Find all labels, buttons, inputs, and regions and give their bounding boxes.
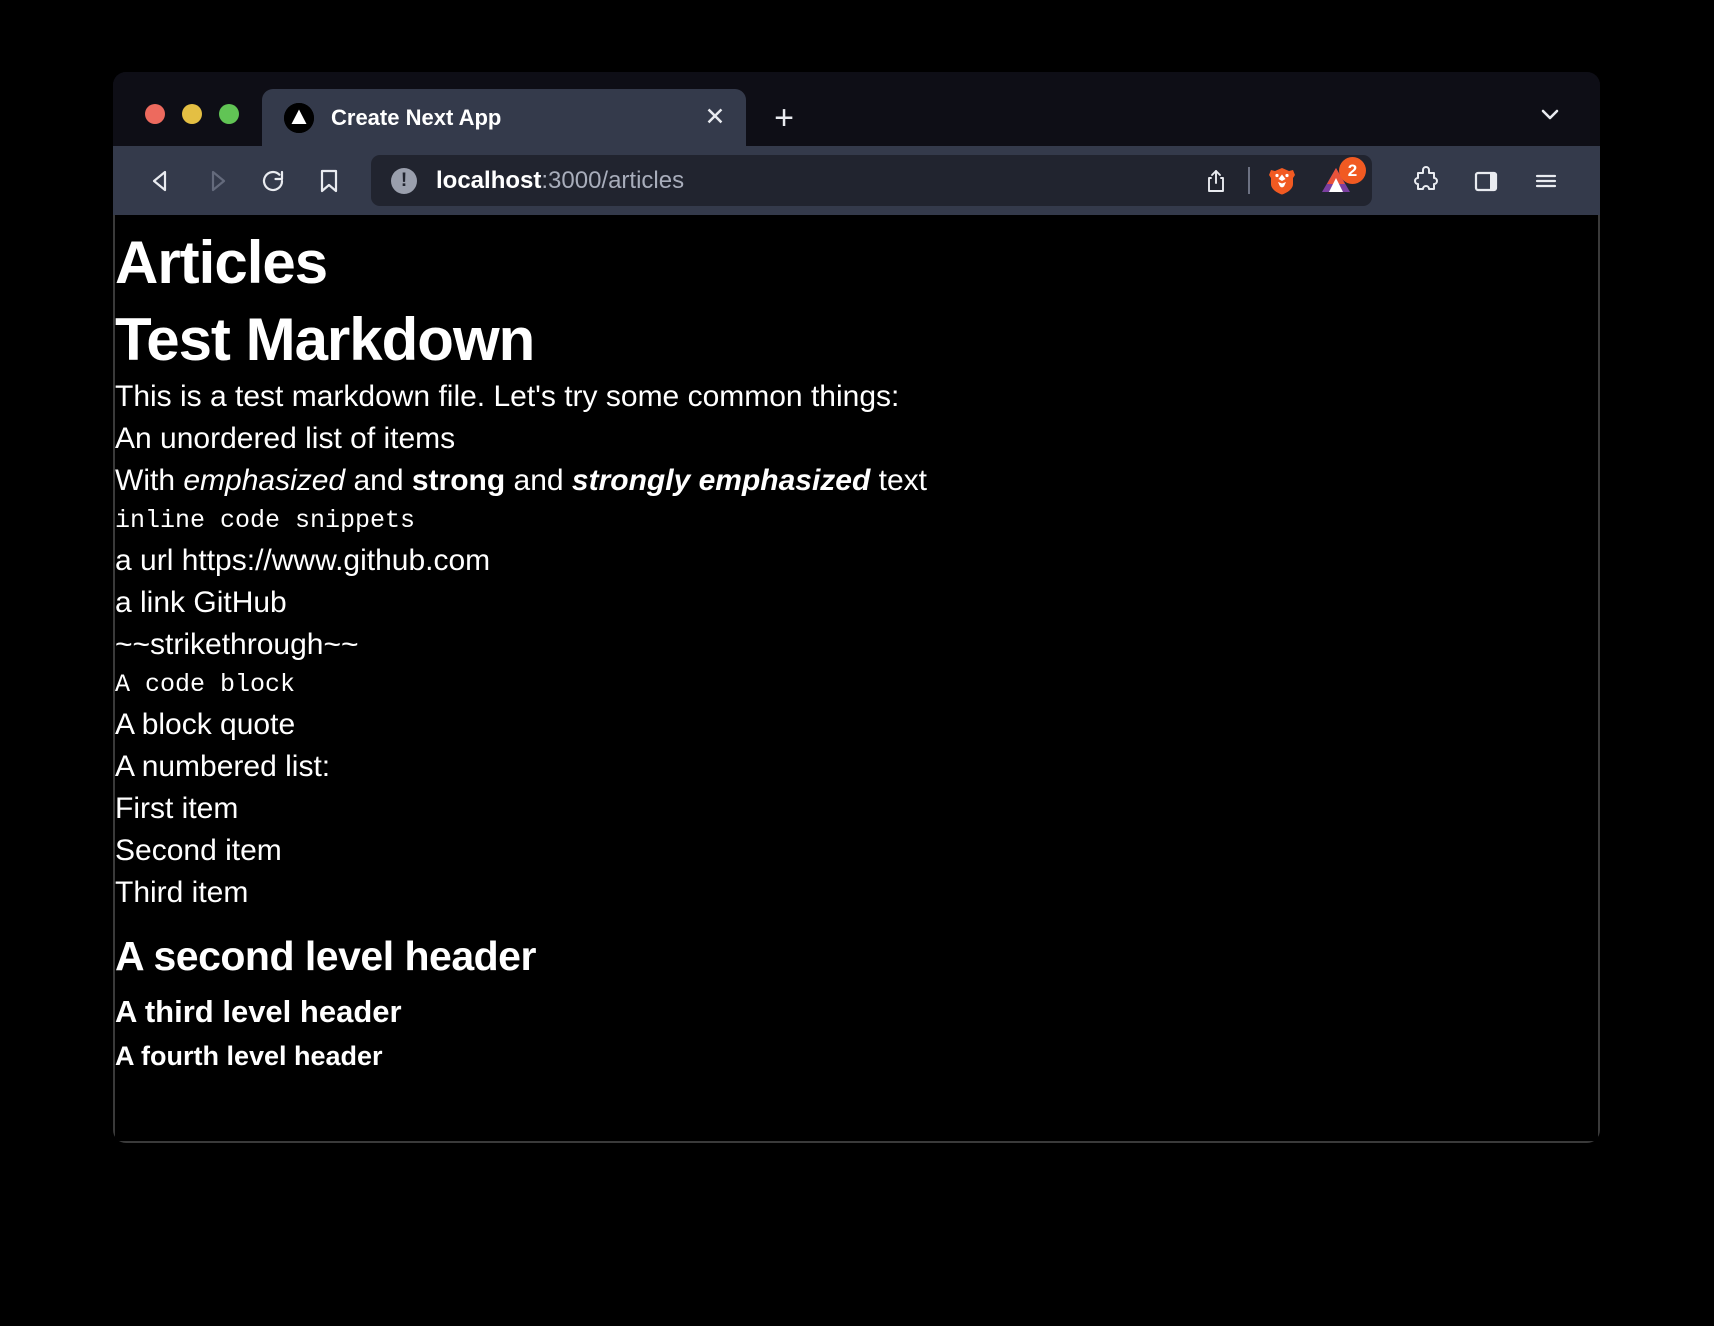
strong-text: strong xyxy=(411,464,506,498)
emphasized-text: emphasized xyxy=(183,464,346,498)
link-line: a link GitHub xyxy=(115,586,287,620)
address-bar[interactable]: ! localhost:3000/articles 2 xyxy=(371,155,1372,206)
intro-paragraph: This is a test markdown file. Let's try … xyxy=(115,380,900,414)
strong-emphasized-text: strongly emphasized xyxy=(571,464,871,498)
tab-strip: Create Next App ✕ + xyxy=(113,72,1600,146)
brave-rewards-triangle-icon[interactable]: 2 xyxy=(1308,156,1366,204)
hamburger-menu-icon[interactable] xyxy=(1516,157,1576,205)
list-item: First item xyxy=(115,792,239,826)
block-quote-line: A block quote xyxy=(115,708,296,742)
markdown-article: Articles Test Markdown This is a test ma… xyxy=(115,215,1598,1072)
fourth-level-header: A fourth level header xyxy=(115,1041,383,1072)
chevron-down-icon[interactable] xyxy=(1528,92,1572,136)
emphasis-mid-1: and xyxy=(345,464,412,498)
second-level-header: A second level header xyxy=(115,933,536,980)
unordered-list-item: An unordered list of items xyxy=(115,422,456,456)
sidebar-panel-icon[interactable] xyxy=(1456,157,1516,205)
forward-arrow-icon xyxy=(189,157,245,205)
browser-toolbar: ! localhost:3000/articles 2 xyxy=(113,146,1600,215)
window-traffic-lights xyxy=(113,104,239,146)
brave-lion-icon[interactable] xyxy=(1256,158,1308,204)
tab-close-icon[interactable]: ✕ xyxy=(700,103,730,133)
url-line: a url https://www.github.com xyxy=(115,544,491,578)
toolbar-divider xyxy=(1248,167,1250,194)
browser-tab-title: Create Next App xyxy=(331,104,502,130)
address-bar-host: localhost xyxy=(436,166,542,194)
third-level-header: A third level header xyxy=(115,993,402,1029)
numbered-list-label: A numbered list: xyxy=(115,750,331,784)
window-minimize-button[interactable] xyxy=(182,104,202,124)
emphasis-demo-line: With emphasized and strong and strongly … xyxy=(115,463,1572,499)
window-close-button[interactable] xyxy=(145,104,165,124)
strikethrough-line: ~~strikethrough~~ xyxy=(115,628,359,662)
window-maximize-button[interactable] xyxy=(219,104,239,124)
back-arrow-icon[interactable] xyxy=(133,157,189,205)
code-block-line: A code block xyxy=(115,670,296,700)
list-item: Third item xyxy=(115,876,249,910)
puzzle-piece-icon[interactable] xyxy=(1396,157,1456,205)
rewards-badge-count: 2 xyxy=(1339,156,1366,184)
share-upload-icon[interactable] xyxy=(1190,158,1242,204)
bookmark-icon[interactable] xyxy=(301,157,357,205)
emphasis-prefix: With xyxy=(115,464,184,498)
not-secure-info-icon[interactable]: ! xyxy=(391,167,417,194)
page-viewport: Articles Test Markdown This is a test ma… xyxy=(113,215,1600,1143)
emphasis-mid-2: and xyxy=(505,464,572,498)
address-bar-actions: 2 xyxy=(1190,156,1366,204)
page-title-articles: Articles xyxy=(115,229,328,296)
inline-code-line: inline code snippets xyxy=(115,506,416,536)
nextjs-triangle-icon xyxy=(284,102,314,133)
browser-window: Create Next App ✕ + ! localhost:3000/art… xyxy=(113,72,1600,1143)
browser-tab-active[interactable]: Create Next App ✕ xyxy=(262,89,746,146)
toolbar-right-actions xyxy=(1396,157,1576,205)
new-tab-button[interactable]: + xyxy=(760,89,808,146)
address-bar-path: :3000/articles xyxy=(541,166,685,194)
list-item: Second item xyxy=(115,834,282,868)
address-bar-url: localhost:3000/articles xyxy=(436,167,1190,195)
reload-icon[interactable] xyxy=(245,157,301,205)
page-title-test-markdown: Test Markdown xyxy=(115,306,535,374)
emphasis-suffix: text xyxy=(870,464,928,498)
